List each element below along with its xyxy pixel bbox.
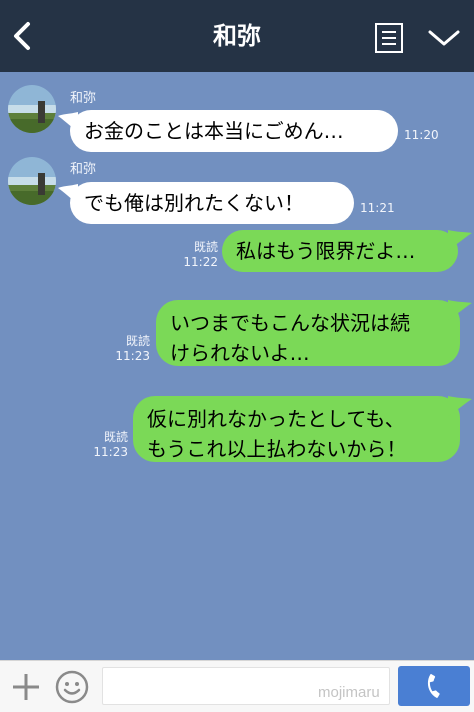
message-bubble-outgoing[interactable]: 仮に別れなかったとしても、 もうこれ以上払わないから！ bbox=[133, 396, 460, 462]
message-bubble-outgoing[interactable]: いつまでもこんな状況は続 けられないよ… bbox=[156, 300, 460, 366]
chevron-down-icon[interactable] bbox=[426, 26, 462, 50]
read-receipt: 既読 bbox=[125, 334, 150, 348]
message-time: 11:20 bbox=[404, 128, 439, 142]
bubble-tail bbox=[448, 396, 472, 416]
avatar[interactable] bbox=[8, 157, 56, 205]
bubble-tail bbox=[448, 230, 472, 250]
avatar-landscape-icon bbox=[8, 157, 56, 205]
message-line: 仮に別れなかったとしても、 bbox=[147, 407, 405, 431]
chat-header: 和弥 bbox=[0, 0, 474, 72]
message-time: 11:21 bbox=[360, 201, 395, 215]
message-bubble-incoming[interactable]: お金のことは本当にごめん… bbox=[70, 110, 398, 152]
watermark-text: mojimaru bbox=[318, 684, 380, 701]
sender-name: 和弥 bbox=[70, 162, 97, 177]
back-chevron-icon[interactable] bbox=[8, 18, 38, 54]
bubble-tail bbox=[448, 300, 472, 320]
message-time: 11:23 bbox=[115, 349, 150, 363]
message-bubble-incoming[interactable]: でも俺は別れたくない！ bbox=[70, 182, 354, 224]
avatar-landscape-icon bbox=[8, 85, 56, 133]
message-line: いつまでもこんな状況は続 bbox=[170, 311, 410, 335]
message-line: もうこれ以上払わないから！ bbox=[147, 437, 407, 461]
message-time: 11:22 bbox=[183, 255, 218, 269]
read-receipt: 既読 bbox=[103, 430, 128, 444]
call-button[interactable] bbox=[398, 666, 470, 706]
message-line: けられないよ… bbox=[170, 341, 310, 365]
plus-icon[interactable] bbox=[10, 671, 42, 703]
smiley-icon[interactable] bbox=[54, 669, 90, 705]
sender-name: 和弥 bbox=[70, 91, 97, 106]
read-receipt: 既読 bbox=[193, 240, 218, 254]
avatar[interactable] bbox=[8, 85, 56, 133]
message-time: 11:23 bbox=[93, 445, 128, 459]
list-menu-icon[interactable] bbox=[374, 22, 404, 54]
input-bar bbox=[0, 660, 474, 712]
chat-area[interactable]: 和弥 お金のことは本当にごめん… 11:20 和弥 でも俺は別れたくない！ 11… bbox=[0, 72, 474, 660]
message-bubble-outgoing[interactable]: 私はもう限界だよ… bbox=[222, 230, 458, 272]
phone-icon bbox=[427, 674, 440, 698]
